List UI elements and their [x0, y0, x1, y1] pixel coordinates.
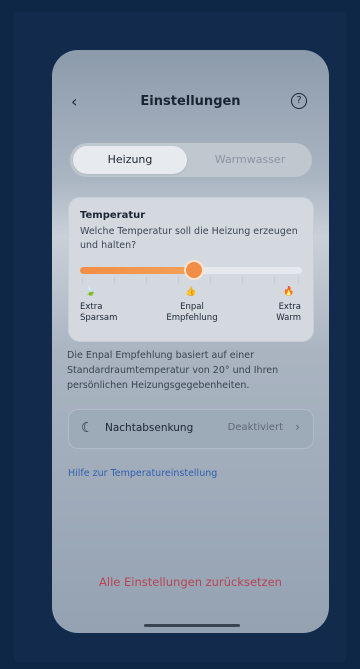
slider-tick: [146, 277, 147, 283]
night-setback-row[interactable]: ☾ Nachtabsenkung Deaktiviert ›: [68, 409, 314, 449]
help-icon[interactable]: ?: [291, 93, 307, 109]
label-line: Extra: [80, 302, 103, 312]
chevron-right-icon: ›: [295, 420, 300, 434]
home-indicator[interactable]: [144, 624, 240, 627]
label-extra-sparsam: Extra Sparsam: [80, 302, 117, 324]
night-setback-value: Deaktiviert: [227, 422, 283, 433]
thumbs-up-icon: 👍: [185, 287, 197, 297]
label-extra-warm: Extra Warm: [276, 302, 301, 324]
card-subtitle: Welche Temperatur soll die Heizung erzeu…: [80, 226, 298, 251]
info-text: Die Enpal Empfehlung basiert auf einer S…: [67, 350, 279, 391]
leaf-icon: 🍃: [85, 287, 97, 297]
slider-fill: [80, 267, 192, 274]
slider-tick: [210, 277, 211, 283]
tab-warmwasser[interactable]: Warmwasser: [192, 146, 308, 174]
slider-tick: [82, 277, 83, 283]
slider-tick: [242, 277, 243, 283]
card-title: Temperatur: [80, 210, 146, 221]
night-setback-label: Nachtabsenkung: [105, 422, 194, 434]
slider-tick: [178, 277, 179, 283]
segmented-control: Heizung Warmwasser: [70, 143, 312, 177]
label-line: Warm: [276, 313, 301, 323]
label-line: Empfehlung: [166, 313, 218, 323]
phone-screen: ‹ Einstellungen ? Heizung Warmwasser Tem…: [52, 50, 329, 633]
temperature-card: Temperatur Welche Temperatur soll die He…: [68, 197, 314, 342]
help-link[interactable]: Hilfe zur Temperatureinstellung: [68, 468, 217, 479]
tab-heizung[interactable]: Heizung: [73, 146, 187, 174]
page-title: Einstellungen: [140, 94, 241, 109]
label-line: Enpal: [180, 302, 204, 312]
slider-tick: [274, 277, 275, 283]
flame-icon: 🔥: [283, 287, 295, 297]
header: ‹ Einstellungen ?: [52, 92, 329, 114]
moon-icon: ☾: [81, 420, 94, 436]
slider-tick: [114, 277, 115, 283]
label-line: Sparsam: [80, 313, 118, 323]
label-enpal-empfehlung: Enpal Empfehlung: [165, 302, 219, 324]
label-line: Extra: [278, 302, 301, 312]
reset-button[interactable]: Alle Einstellungen zurücksetzen: [52, 575, 329, 589]
slider-thumb[interactable]: [184, 260, 204, 280]
slider-tick: [298, 277, 299, 283]
